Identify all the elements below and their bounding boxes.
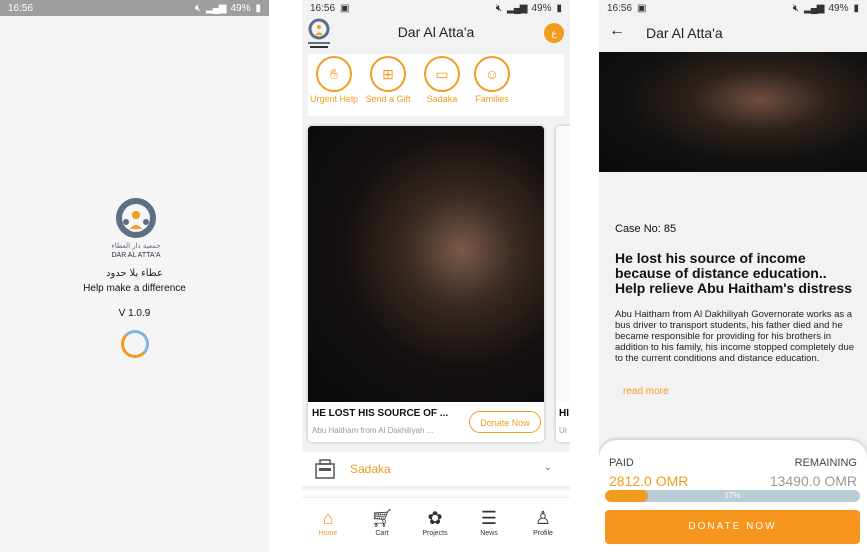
- case-card[interactable]: HE LOST HIS SOURCE OF ... Abu Haitham fr…: [308, 126, 544, 442]
- case-description: Abu Haitham from Al Dakhiliyah Governora…: [615, 309, 855, 364]
- quick-families[interactable]: ☺ Families: [466, 56, 518, 104]
- case-card-title: HE LOST HIS SOURCE OF ...: [312, 408, 449, 419]
- mute-icon: 🔇︎: [792, 2, 799, 14]
- logo-arabic-text: جمعية دار العطاء: [111, 242, 160, 250]
- app-title: Dar Al Atta'a: [397, 24, 475, 40]
- nav-label: News: [480, 530, 498, 537]
- case-card-title: HI: [559, 408, 569, 419]
- home-screen: 16:56 ▣ 🔇︎ ▂▄▆ 49% ▮ Dar Al Atta'a ع ✋︎ …: [302, 0, 570, 552]
- nav-news[interactable]: ☰ News: [469, 506, 509, 537]
- mute-icon: 🔇︎: [194, 2, 201, 14]
- signal-icon: ▂▄▆: [804, 2, 824, 14]
- nav-cart[interactable]: 🛒︎ Cart: [362, 506, 402, 537]
- gallery-icon: ▣: [340, 2, 350, 14]
- tagline-english: Help make a difference: [83, 283, 186, 294]
- status-time: 16:56: [607, 2, 633, 14]
- case-card-subtitle: Abu Haitham from Al Dakhiliyah ...: [312, 426, 434, 435]
- nav-profile[interactable]: ♙ Profile: [523, 506, 563, 537]
- cart-icon: 🛒︎: [370, 508, 394, 528]
- quick-label: Families: [475, 94, 509, 104]
- gallery-icon: ▣: [637, 2, 647, 14]
- status-time: 16:56: [8, 2, 34, 14]
- battery-icon: ▮: [853, 2, 859, 14]
- quick-send-gift[interactable]: ⊞ Send a Gift: [362, 56, 414, 104]
- battery-percent: 49%: [230, 2, 251, 14]
- bottom-nav: ⌂ Home 🛒︎ Cart ✿ Projects ☰ News ♙ Profi…: [302, 498, 570, 552]
- logo-text: DAR AL ATTA'A: [111, 252, 160, 259]
- home-icon: ⌂: [322, 508, 334, 528]
- gift-icon: ⊞: [370, 56, 406, 92]
- status-bar: 16:56 🔇︎ ▂▄▆ 49% ▮: [0, 0, 269, 16]
- payment-panel: PAID REMAINING 2812.0 OMR 13490.0 OMR 17…: [599, 440, 867, 552]
- app-bar: ← Dar Al Atta'a: [599, 16, 867, 52]
- nav-home[interactable]: ⌂ Home: [308, 506, 348, 537]
- app-bar: Dar Al Atta'a ع: [302, 16, 570, 52]
- section-label: Sadaka: [350, 462, 391, 476]
- news-icon: ☰: [480, 508, 498, 528]
- paid-value: 2812.0 OMR: [609, 473, 689, 489]
- battery-percent: 49%: [531, 2, 552, 14]
- read-more-link[interactable]: read more: [623, 386, 669, 397]
- signal-icon: ▂▄▆: [206, 2, 226, 14]
- case-headline: He lost his source of income because of …: [615, 250, 853, 296]
- dar-al-attaa-logo: جمعية دار العطاء DAR AL ATTA'A: [111, 198, 161, 259]
- case-hero-image: [599, 52, 867, 172]
- app-version: V 1.0.9: [118, 308, 151, 319]
- tagline-arabic: عطاء بلا حدود: [106, 268, 163, 279]
- remaining-label: REMAINING: [794, 457, 857, 469]
- page-title: Dar Al Atta'a: [646, 25, 723, 41]
- case-number: Case No: 85: [615, 223, 676, 235]
- battery-percent: 49%: [828, 2, 849, 14]
- nav-projects[interactable]: ✿ Projects: [415, 506, 455, 537]
- nav-label: Profile: [533, 530, 553, 537]
- quick-label: Send a Gift: [365, 94, 411, 104]
- back-arrow-icon[interactable]: ←: [609, 22, 625, 40]
- quick-label: Urgent Help: [309, 94, 359, 104]
- quick-label: Sadaka: [426, 94, 458, 104]
- status-bar: 16:56 ▣ 🔇︎ ▂▄▆ 49% ▮: [599, 0, 867, 16]
- nav-label: Home: [318, 530, 338, 537]
- battery-icon: ▮: [255, 2, 261, 14]
- hand-money-icon: ✋︎: [316, 56, 352, 92]
- mute-icon: 🔇︎: [495, 2, 502, 14]
- loading-spinner: [121, 330, 149, 358]
- donate-box-icon: [315, 459, 335, 479]
- case-card-next[interactable]: HI Ur: [556, 126, 570, 442]
- quick-sadaka[interactable]: ▭ Sadaka: [416, 56, 468, 104]
- status-time: 16:56: [310, 2, 336, 14]
- projects-icon: ✿: [427, 508, 443, 528]
- case-number-label: Case No:: [615, 223, 661, 235]
- donate-now-button[interactable]: Donate Now: [469, 411, 541, 433]
- family-icon: ☺: [474, 56, 510, 92]
- remaining-value: 13490.0 OMR: [769, 473, 857, 489]
- paid-label: PAID: [609, 457, 634, 469]
- donate-now-button[interactable]: DONATE NOW: [605, 510, 860, 544]
- nav-label: Projects: [422, 530, 448, 537]
- donate-box-icon: ▭: [424, 56, 460, 92]
- case-number-value: 85: [663, 223, 677, 235]
- case-image: [308, 126, 544, 402]
- splash-screen: 16:56 🔇︎ ▂▄▆ 49% ▮ جمعية دار العطاء DAR …: [0, 0, 269, 552]
- quick-actions: ✋︎ Urgent Help ⊞ Send a Gift ▭ Sadaka ☺ …: [308, 54, 564, 116]
- progress-bar: 17%: [605, 490, 860, 502]
- case-card-subtitle: Ur: [559, 426, 568, 435]
- chevron-down-icon: ⌄: [543, 462, 552, 473]
- sadaka-section[interactable]: Sadaka ⌄: [302, 452, 570, 486]
- status-bar: 16:56 ▣ 🔇︎ ▂▄▆ 49% ▮: [302, 0, 570, 16]
- signal-icon: ▂▄▆: [507, 2, 527, 14]
- battery-icon: ▮: [556, 2, 562, 14]
- avatar[interactable]: ع: [544, 23, 564, 43]
- profile-icon: ♙: [534, 508, 552, 528]
- nav-label: Cart: [375, 530, 389, 537]
- case-detail-screen: 16:56 ▣ 🔇︎ ▂▄▆ 49% ▮ ← Dar Al Atta'a Cas…: [599, 0, 867, 552]
- progress-label: 17%: [724, 491, 741, 500]
- quick-urgent-help[interactable]: ✋︎ Urgent Help: [308, 56, 360, 104]
